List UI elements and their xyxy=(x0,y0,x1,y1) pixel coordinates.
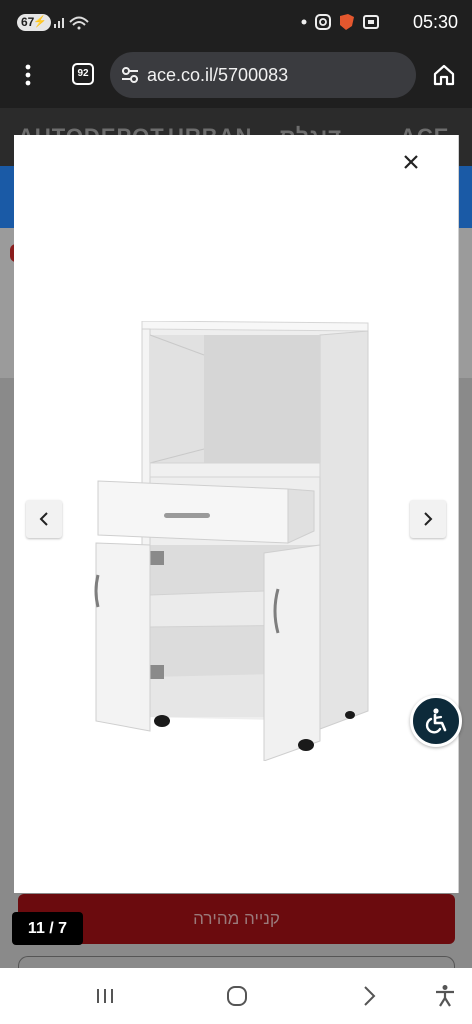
chevron-right-icon xyxy=(424,512,433,526)
charging-icon: ⚡ xyxy=(33,16,47,28)
battery-icon: 67 ⚡ xyxy=(17,14,51,31)
home-icon[interactable] xyxy=(432,63,456,87)
accessibility-button[interactable] xyxy=(410,695,462,747)
quick-buy-button[interactable]: קנייה מהירה xyxy=(18,894,455,944)
status-time: 05:30 xyxy=(412,12,458,32)
url-text[interactable]: ace.co.il/5700083 xyxy=(147,65,288,86)
previous-image-button[interactable] xyxy=(26,500,62,538)
recent-apps-icon[interactable] xyxy=(92,984,118,1008)
home-nav-icon[interactable] xyxy=(224,984,250,1008)
image-gallery-modal xyxy=(14,135,462,893)
address-bar[interactable]: ace.co.il/5700083 xyxy=(110,52,416,98)
accessibility-shortcut-icon[interactable] xyxy=(432,984,458,1008)
next-image-button[interactable] xyxy=(410,500,446,538)
notification-icons xyxy=(300,13,392,35)
status-bar: 67 ⚡ 05:30 xyxy=(0,0,472,44)
close-icon[interactable] xyxy=(399,150,423,174)
product-image xyxy=(94,321,369,761)
chevron-left-icon xyxy=(39,512,48,526)
web-content: AUTODEPOT URBAN דוגלס ACE xyxy=(0,108,472,968)
image-counter: 11 / 7 xyxy=(12,912,83,945)
system-navigation-bar xyxy=(0,968,472,1024)
browser-toolbar: 92 ace.co.il/5700083 xyxy=(0,44,472,108)
signal-wifi-icon xyxy=(54,14,94,33)
tab-switcher-button[interactable]: 92 xyxy=(72,63,94,85)
back-nav-icon[interactable] xyxy=(356,984,382,1008)
browser-menu-icon[interactable] xyxy=(20,62,36,88)
wheelchair-icon xyxy=(425,708,447,734)
next-section-edge xyxy=(18,956,455,968)
site-settings-icon[interactable] xyxy=(120,65,140,85)
